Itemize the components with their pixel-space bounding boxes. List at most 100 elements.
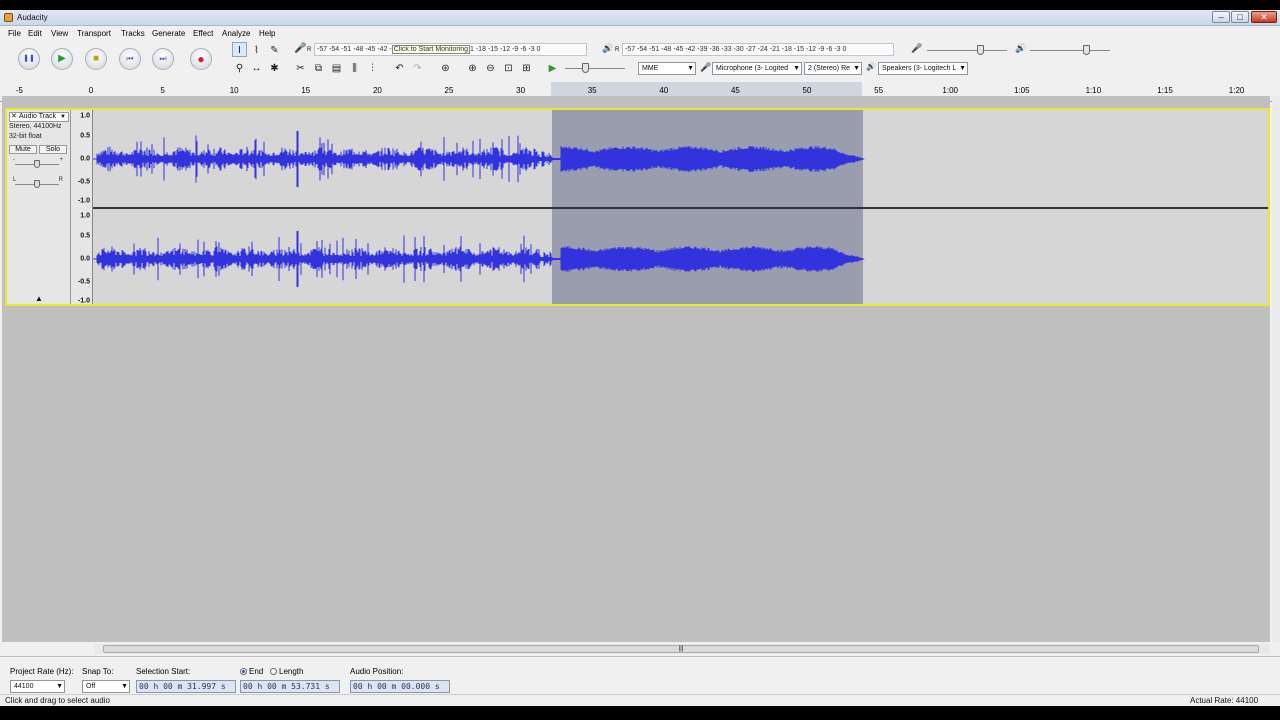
selection-start-field[interactable]: 00 h 00 m 31.997 s [136,680,236,693]
host-select[interactable]: MME ▼ [638,62,696,75]
record-meter[interactable]: -57 -54 -51 -48 -45 -42 - Click to Start … [314,43,587,56]
speaker-icon[interactable]: 🔊 [602,43,613,54]
zoom-in-icon[interactable]: ⊕ [465,60,480,75]
draw-tool-icon[interactable]: ✎ [267,42,282,57]
snap-to-select[interactable]: Off ▼ [82,680,130,693]
fit-project-icon[interactable]: ⊞ [519,60,534,75]
vruler-label: -1.0 [77,297,90,305]
menu-generate[interactable]: Generate [152,29,185,38]
play-button[interactable]: ▶ [51,48,73,70]
menu-effect[interactable]: Effect [193,29,213,38]
timeshift-tool-icon[interactable]: ↔ [249,60,264,75]
track-name-menu[interactable]: ✕ Audio Track ▼ [9,112,69,122]
mixer-toolbar: 🎤 🔊 [905,41,1115,59]
undo-icon[interactable]: ↶ [392,60,407,75]
menu-tracks[interactable]: Tracks [121,29,145,38]
output-device-icon: 🔊 [866,62,876,71]
play-at-speed-icon[interactable]: ▶ [545,60,560,75]
trim-icon[interactable]: ⫼ [347,60,362,75]
collapse-track-icon[interactable]: ▲ [35,294,43,303]
track-info-format: 32-bit float [9,133,42,140]
status-message: Click and drag to select audio [5,696,110,705]
record-button[interactable]: ● [190,48,212,70]
playback-meter[interactable]: -57 -54 -51 -48 -45 -42 -39 -36 -33 -30 … [622,43,894,56]
ruler-tick-label: 1:20 [1228,86,1245,95]
ruler-tick-label: 1:05 [1014,86,1030,95]
cut-icon[interactable]: ✂ [293,60,308,75]
pause-icon: ❚❚ [23,55,35,62]
pause-button[interactable]: ❚❚ [18,48,40,70]
silence-icon[interactable]: ⫶ [365,60,380,75]
output-volume-slider[interactable] [1030,44,1110,56]
transport-toolbar: ❚❚ ▶ ■ ⏮ ⏭ ● [0,41,230,79]
envelope-tool-icon[interactable]: ⌇ [249,42,264,57]
zoom-out-icon[interactable]: ⊖ [483,60,498,75]
audio-position-field[interactable]: 00 h 00 m 00.000 s [350,680,450,693]
track-info-rate: Stereo, 44100Hz [9,123,62,130]
selection-end-field[interactable]: 00 h 00 m 53.731 s [240,680,340,693]
menu-edit[interactable]: Edit [28,29,42,38]
channels-value: 2 (Stereo) Re [808,65,851,72]
channels-select[interactable]: 2 (Stereo) Re ▼ [804,62,862,75]
play-speed-slider[interactable] [565,62,625,74]
actual-rate: Actual Rate: 44100 [1190,696,1259,705]
skip-start-icon: ⏮ [126,54,134,63]
horizontal-scrollbar[interactable]: ||| [95,644,1270,654]
skip-to-end-button[interactable]: ⏭ [152,48,174,70]
menu-transport[interactable]: Transport [77,29,111,38]
length-label: Length [279,667,304,676]
project-rate-label: Project Rate (Hz): [10,667,74,676]
audio-position-value: 00 h 00 m 00.000 s [353,682,440,691]
playback-meter-toolbar: 🔊 R -57 -54 -51 -48 -45 -42 -39 -36 -33 … [598,41,898,59]
multi-tool-icon[interactable]: ✱ [267,60,282,75]
length-radio[interactable]: Length [270,667,303,676]
selection-tool-icon[interactable]: I [232,42,247,57]
end-radio[interactable]: End [240,667,263,676]
project-rate-select[interactable]: 44100 ▼ [10,680,65,693]
selection-toolbar: Project Rate (Hz): 44100 ▼ Snap To: Off ▼ … [0,656,1280,694]
output-device-select[interactable]: Speakers (3- Logitech L ▼ [878,62,968,75]
maximize-button[interactable]: □ [1231,11,1249,23]
pan-slider[interactable]: L R [13,177,63,189]
menu-help[interactable]: Help [259,29,275,38]
gain-slider[interactable]: - + [13,157,63,169]
record-meter-toolbar: 🎤 R -57 -54 -51 -48 -45 -42 - Click to St… [290,41,595,59]
menu-file[interactable]: File [8,29,21,38]
vruler-label: 0.0 [80,155,90,163]
ruler-tick-label: 5 [160,86,165,95]
menu-view[interactable]: View [51,29,68,38]
copy-icon[interactable]: ⧉ [311,60,326,75]
input-volume-slider[interactable] [927,44,1007,56]
sync-lock-icon[interactable]: ⊛ [438,60,453,75]
output-device-value: Speakers (3- Logitech L [882,65,957,72]
minimize-button[interactable]: – [1212,11,1230,23]
ruler-tick-label: 45 [730,86,740,95]
microphone-icon[interactable]: 🎤 [294,43,306,54]
paste-icon[interactable]: ▤ [329,60,344,75]
project-rate-value: 44100 [14,683,34,690]
stop-button[interactable]: ■ [85,48,107,70]
track-panel[interactable]: ✕ Audio Track ▼ Stereo, 44100Hz 32-bit f… [2,96,1270,642]
skip-to-start-button[interactable]: ⏮ [119,48,141,70]
input-device-select[interactable]: Microphone (3- Logited ▼ [712,62,802,75]
fit-selection-icon[interactable]: ⊡ [501,60,516,75]
close-track-icon[interactable]: ✕ [11,113,17,121]
host-value: MME [642,65,659,72]
zoom-tool-icon[interactable]: ⚲ [232,60,247,75]
audio-track[interactable]: ✕ Audio Track ▼ Stereo, 44100Hz 32-bit f… [5,108,1270,306]
vruler-label: 0.0 [80,255,90,263]
zoom-toolbar: ⊕ ⊖ ⊡ ⊞ [463,59,543,77]
scroll-thumb[interactable]: ||| [103,645,1259,653]
menu-analyze[interactable]: Analyze [222,29,250,38]
redo-icon[interactable]: ↷ [410,60,425,75]
close-button[interactable]: ✕ [1251,11,1277,23]
vertical-scrollbar[interactable] [1272,96,1280,642]
gain-minus-label: - [13,157,15,163]
solo-button[interactable]: Solo [39,145,67,154]
playback-meter-channel-label: R [615,47,620,53]
vruler-label: 0.5 [80,232,90,240]
ruler-tick-label: 55 [874,86,884,95]
mute-button[interactable]: Mute [9,145,37,154]
record-meter-scale-right: 1 -18 -15 -12 -9 -6 -3 0 [470,46,541,53]
waveform-area[interactable] [93,110,1268,304]
